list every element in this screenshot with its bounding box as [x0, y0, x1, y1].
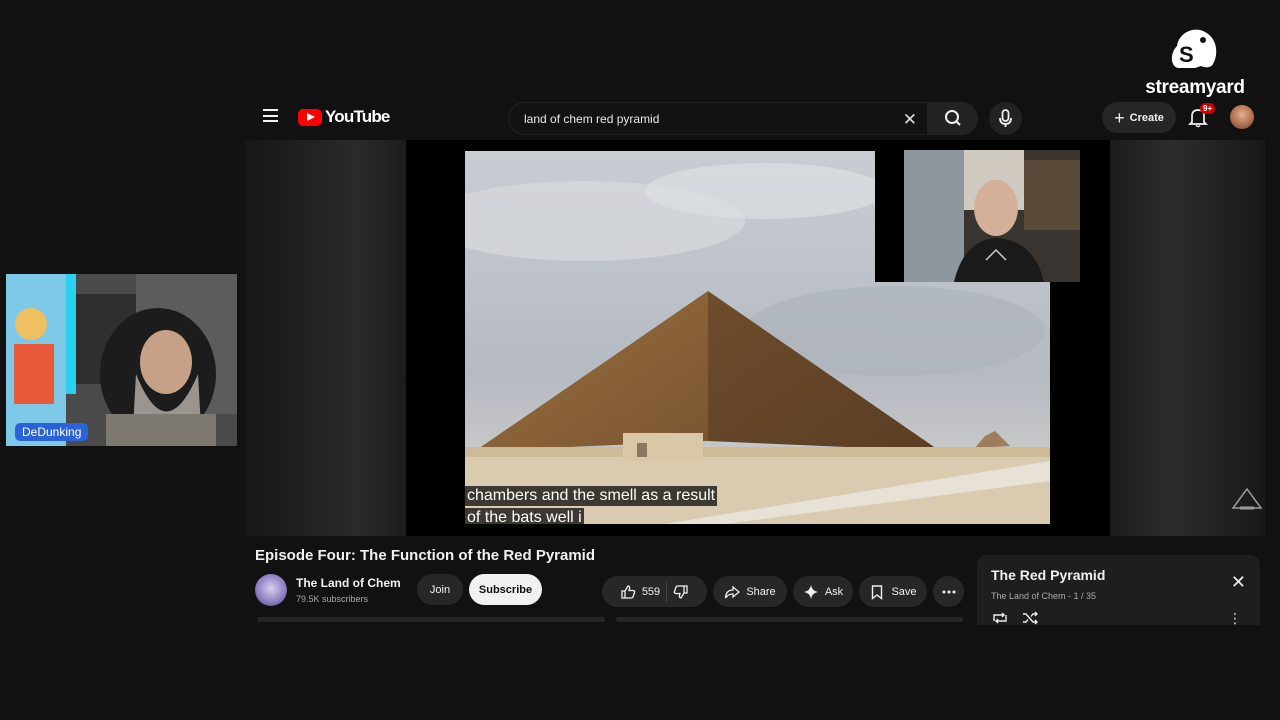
caption-line-2: of the bats well i	[465, 508, 584, 528]
subscribe-label: Subscribe	[478, 583, 533, 596]
svg-text:S: S	[1179, 42, 1194, 67]
pip-webcam	[904, 150, 1080, 282]
notification-badge: 9+	[1200, 103, 1216, 114]
streamyard-logo: S streamyard	[1130, 24, 1260, 100]
webcam-name-tag: DeDunking	[15, 423, 89, 441]
caption-line-1: chambers and the smell as a result	[465, 486, 718, 506]
ask-label: Ask	[824, 585, 844, 598]
thumbs-up-icon	[621, 584, 636, 599]
youtube-header: YouTube land of chem red pyramid ✕ + Cre…	[245, 96, 1265, 140]
playlist-subtitle: The Land of Chem - 1 / 35	[991, 591, 1097, 601]
playlist-title[interactable]: The Red Pyramid	[991, 567, 1105, 583]
youtube-logo[interactable]: YouTube	[298, 107, 390, 127]
save-button[interactable]: Save	[859, 576, 927, 607]
playlist-panel: The Red Pyramid The Land of Chem - 1 / 3…	[977, 555, 1260, 625]
webcam-feed: DeDunking	[6, 274, 237, 446]
youtube-wordmark: YouTube	[325, 107, 390, 126]
avatar[interactable]	[1230, 105, 1254, 129]
share-label: Share	[746, 585, 776, 598]
like-count: 559	[641, 585, 661, 598]
pip-border	[875, 150, 905, 282]
voice-search-button[interactable]	[989, 102, 1022, 135]
more-actions-button[interactable]	[933, 576, 964, 607]
sparkle-icon	[803, 584, 818, 599]
description-placeholder	[616, 617, 963, 622]
video-player[interactable]: chambers and the smell as a result of th…	[245, 140, 1265, 536]
shuffle-icon[interactable]	[1021, 611, 1039, 625]
channel-watermark-icon[interactable]	[1230, 486, 1264, 516]
close-icon[interactable]: ✕	[1231, 573, 1246, 591]
youtube-play-icon	[298, 108, 322, 126]
hamburger-icon[interactable]	[263, 109, 278, 122]
save-label: Save	[891, 585, 917, 598]
create-label: Create	[1129, 111, 1164, 124]
webcam-image	[6, 274, 237, 446]
channel-subscriber-count: 79.5K subscribers	[296, 594, 369, 604]
video-title: Episode Four: The Function of the Red Py…	[255, 547, 596, 564]
plus-icon: +	[1114, 107, 1125, 128]
channel-name[interactable]: The Land of Chem	[296, 576, 401, 590]
caption-overlay: chambers and the smell as a result of th…	[465, 486, 718, 530]
search-icon	[945, 110, 961, 126]
loop-icon[interactable]	[991, 611, 1009, 625]
like-divider	[666, 581, 668, 602]
join-label: Join	[429, 583, 451, 596]
more-vertical-icon[interactable]: ⋮	[1228, 611, 1242, 625]
more-horizontal-icon	[942, 590, 955, 593]
mic-icon	[999, 109, 1012, 127]
ask-button[interactable]: Ask	[793, 576, 853, 607]
search-input[interactable]: land of chem red pyramid ✕	[508, 102, 928, 135]
create-button[interactable]: + Create	[1102, 102, 1176, 133]
share-button[interactable]: Share	[713, 576, 787, 607]
streamyard-mascot-icon: S	[1171, 29, 1217, 68]
close-icon[interactable]: ✕	[903, 110, 917, 130]
search-query: land of chem red pyramid	[524, 112, 660, 126]
thumbs-down-icon[interactable]	[673, 584, 689, 600]
bookmark-icon	[872, 584, 883, 600]
share-icon	[725, 585, 741, 598]
like-dislike-group: 559	[602, 576, 707, 607]
like-button[interactable]: 559	[620, 584, 660, 600]
ambient-glow-left	[245, 140, 406, 536]
description-placeholder	[257, 617, 605, 622]
channel-avatar[interactable]	[255, 574, 287, 606]
join-button[interactable]: Join	[417, 574, 463, 605]
ambient-glow-right	[1110, 140, 1265, 536]
subscribe-button[interactable]: Subscribe	[469, 574, 542, 605]
search-button[interactable]	[928, 102, 978, 135]
